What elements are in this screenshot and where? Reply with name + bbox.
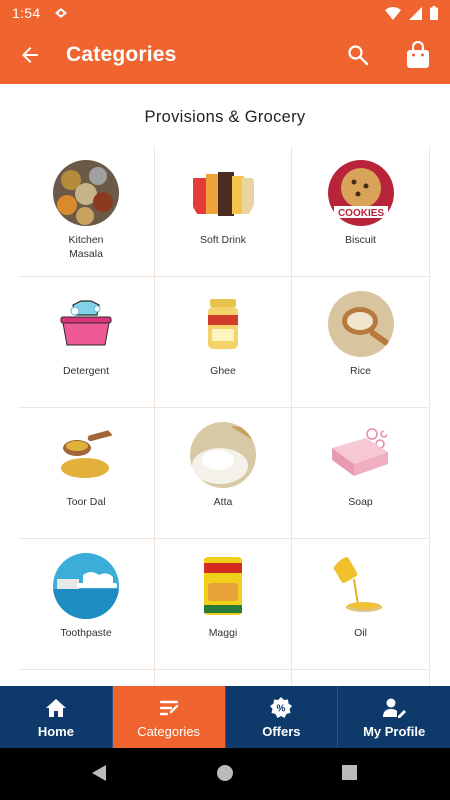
home-circle-icon[interactable] [216, 764, 234, 782]
nav-offers[interactable]: % Offers [226, 686, 339, 748]
category-label: Soap [348, 496, 373, 508]
category-label: Toor Dal [66, 496, 106, 508]
category-label: Maggi [208, 627, 238, 639]
category-label: Rice [349, 365, 371, 377]
ghee-image [190, 291, 256, 357]
category-item-oil[interactable]: Oil [292, 539, 430, 670]
category-item-maggi[interactable]: Maggi [155, 539, 292, 670]
offers-icon: % [270, 696, 293, 718]
back-arrow-icon[interactable] [18, 43, 42, 67]
biscuit-image: COOKIES [327, 160, 394, 226]
shopping-bag-icon[interactable] [405, 41, 431, 69]
toor-dal-image [53, 422, 119, 488]
category-item-ghee[interactable]: Ghee [155, 277, 292, 408]
category-label: Kitchen Masala [68, 234, 104, 260]
nav-home-label: Home [37, 723, 74, 739]
category-label: Biscuit [345, 234, 376, 246]
nav-home[interactable]: Home [0, 686, 113, 748]
category-grid: Kitchen Masala Soft Drink COOKIES Biscui… [18, 146, 430, 686]
categories-content[interactable]: Provisions & Grocery Kitchen Masala Soft… [0, 84, 450, 686]
category-label: Ghee [210, 365, 236, 377]
categories-icon [159, 700, 178, 715]
nav-offers-label: Offers [262, 723, 301, 739]
back-triangle-icon[interactable] [90, 764, 108, 782]
notification-icon [55, 8, 68, 18]
app-bar: Categories [0, 26, 450, 84]
status-time: 1:54 [12, 5, 41, 21]
status-bar: 1:54 [0, 0, 450, 26]
category-item-atta[interactable]: Atta [155, 408, 292, 539]
category-item-partial[interactable] [155, 670, 292, 686]
category-item-partial[interactable] [292, 670, 430, 686]
page-title: Categories [66, 43, 177, 66]
nav-categories-label: Categories [137, 723, 201, 739]
oil-image [327, 553, 394, 619]
category-item-soft-drink[interactable]: Soft Drink [155, 146, 292, 277]
svg-text:%: % [277, 703, 286, 714]
bottom-nav: Home Categories % Offers My Profile [0, 686, 450, 748]
system-nav-bar [0, 748, 450, 800]
category-label: Oil [354, 627, 367, 639]
kitchen-masala-image [53, 160, 119, 226]
svg-text:COOKIES: COOKIES [337, 208, 383, 219]
category-label: Soft Drink [199, 234, 247, 246]
soap-image [327, 422, 394, 488]
nav-categories[interactable]: Categories [112, 686, 226, 748]
toothpaste-image [53, 553, 119, 619]
nav-my-profile[interactable]: My Profile [338, 686, 450, 748]
category-label: Toothpaste [60, 627, 112, 639]
category-item-toothpaste[interactable]: Toothpaste [18, 539, 155, 670]
profile-icon [383, 698, 407, 718]
nav-my-profile-label: My Profile [363, 723, 426, 739]
rice-image [327, 291, 394, 357]
atta-image [190, 422, 256, 488]
maggi-image [190, 553, 256, 619]
category-item-detergent[interactable]: Detergent [18, 277, 155, 408]
category-item-kitchen-masala[interactable]: Kitchen Masala [18, 146, 155, 277]
section-title: Provisions & Grocery [144, 108, 306, 126]
battery-icon [430, 6, 438, 20]
home-icon [45, 698, 66, 717]
category-item-soap[interactable]: Soap [292, 408, 430, 539]
search-icon[interactable] [346, 43, 370, 67]
category-label: Detergent [62, 365, 110, 377]
category-item-rice[interactable]: Rice [292, 277, 430, 408]
category-item-toor-dal[interactable]: Toor Dal [18, 408, 155, 539]
signal-icon [409, 6, 422, 20]
category-item-partial[interactable] [18, 670, 155, 686]
detergent-image [53, 291, 119, 357]
category-label: Atta [213, 496, 233, 508]
soft-drink-image [190, 160, 256, 226]
status-icons [385, 6, 438, 20]
wifi-icon [385, 6, 401, 20]
recents-square-icon[interactable] [341, 764, 358, 781]
category-item-biscuit[interactable]: COOKIES Biscuit [292, 146, 430, 277]
